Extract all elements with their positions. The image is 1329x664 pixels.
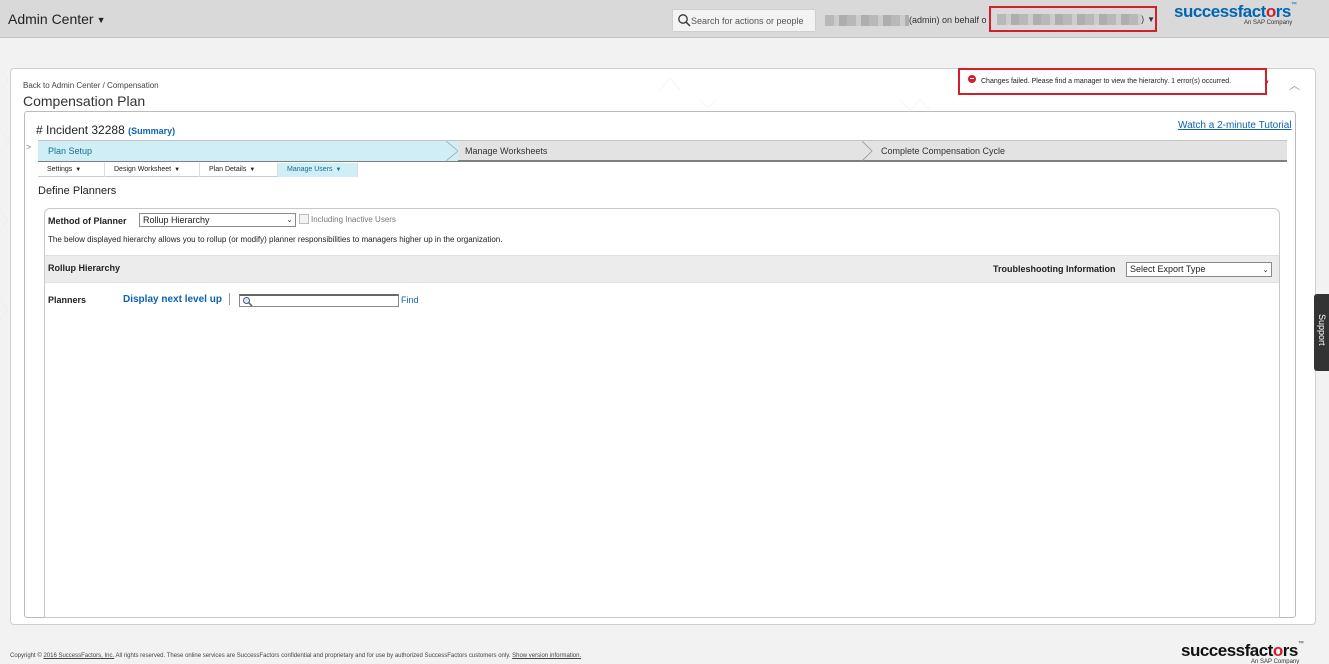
tutorial-link[interactable]: Watch a 2-minute Tutorial bbox=[1178, 120, 1292, 131]
chevron-down-icon: ⌄ bbox=[1262, 265, 1269, 274]
tab-design-worksheet[interactable]: Design Worksheet ▼ bbox=[105, 163, 200, 177]
breadcrumb-back-link[interactable]: Back to Admin Center bbox=[23, 81, 100, 90]
admin-center-menu[interactable]: Admin Center ▼ bbox=[8, 11, 106, 27]
caret-down-icon[interactable]: ▼ bbox=[1264, 80, 1270, 86]
error-icon bbox=[968, 74, 976, 83]
page-title: Compensation Plan bbox=[23, 93, 146, 109]
caret-down-icon: ▼ bbox=[249, 167, 256, 173]
error-message-text: Changes failed. Please find a manager to… bbox=[981, 78, 1232, 85]
caret-down-icon: ▼ bbox=[75, 167, 82, 173]
successfactors-logo: successfactors™ An SAP Company bbox=[1174, 2, 1297, 26]
redacted-user-name bbox=[825, 14, 909, 26]
search-icon bbox=[243, 297, 253, 307]
display-next-level-link[interactable]: Display next level up bbox=[123, 294, 222, 305]
rollup-hierarchy-title: Rollup Hierarchy bbox=[48, 263, 121, 273]
support-tab[interactable]: Support bbox=[1314, 294, 1329, 371]
tab-settings[interactable]: Settings ▼ bbox=[38, 163, 105, 177]
tab-plan-details[interactable]: Plan Details ▼ bbox=[200, 163, 278, 177]
proxy-target-close-paren: ) bbox=[1141, 14, 1145, 24]
hierarchy-description: The below displayed hierarchy allows you… bbox=[48, 235, 503, 244]
sap-company-tagline: An SAP Company bbox=[1244, 20, 1293, 26]
step-arrow-icon bbox=[862, 141, 873, 161]
company-link[interactable]: 2016 SuccessFactors, Inc. bbox=[43, 653, 114, 659]
proxy-info: (admin) on behalf o bbox=[825, 14, 987, 26]
export-type-select[interactable]: Select Export Type ⌄ bbox=[1126, 262, 1272, 277]
summary-link[interactable]: (Summary) bbox=[128, 126, 175, 136]
admin-center-label: Admin Center bbox=[8, 11, 94, 27]
chevron-right-icon: > bbox=[26, 142, 32, 152]
caret-down-icon: ▼ bbox=[174, 167, 181, 173]
caret-down-icon: ▼ bbox=[1147, 14, 1155, 24]
proxy-info-text: (admin) on behalf o bbox=[909, 15, 987, 25]
global-search[interactable] bbox=[672, 9, 816, 32]
search-icon bbox=[678, 14, 691, 27]
step-complete-compensation-cycle[interactable]: Complete Compensation Cycle bbox=[881, 141, 1281, 161]
top-bar: Admin Center▼ (admin) on behalf o ) ▼ su… bbox=[0, 0, 1329, 38]
incident-title: # Incident 32288 (Summary) bbox=[36, 123, 175, 137]
include-inactive-label: Including Inactive Users bbox=[311, 215, 396, 224]
include-inactive-checkbox[interactable] bbox=[299, 214, 309, 224]
support-label: Support bbox=[1317, 314, 1327, 346]
sub-tabs: Settings ▼ Design Worksheet ▼ Plan Details… bbox=[38, 163, 358, 177]
method-of-planner-select[interactable]: Rollup Hierarchy ⌄ bbox=[139, 213, 296, 227]
tab-manage-users[interactable]: Manage Users ▼ bbox=[278, 163, 358, 177]
caret-down-icon: ▼ bbox=[96, 15, 106, 25]
find-link[interactable]: Find bbox=[401, 295, 419, 305]
version-info-link[interactable]: Show version information. bbox=[512, 653, 581, 659]
divider bbox=[229, 293, 230, 305]
planner-search-input[interactable] bbox=[256, 296, 396, 307]
footer-copyright: Copyright © 2016 SuccessFactors, Inc. Al… bbox=[10, 653, 582, 659]
caret-down-icon: ▼ bbox=[335, 167, 342, 173]
planner-search-field[interactable] bbox=[239, 294, 399, 307]
collapse-icon[interactable]: ︿ bbox=[1289, 77, 1300, 93]
section-title: Define Planners bbox=[38, 185, 117, 197]
troubleshooting-label: Troubleshooting Information bbox=[993, 264, 1116, 274]
step-arrow-icon bbox=[446, 141, 458, 161]
footer-successfactors-logo: successfactors™ An SAP Company bbox=[1181, 641, 1304, 664]
redacted-target-user bbox=[997, 13, 1142, 25]
chevron-down-icon: ⌄ bbox=[286, 215, 293, 224]
error-message-banner: Changes failed. Please find a manager to… bbox=[958, 68, 1267, 95]
breadcrumb: Back to Admin Center / Compensation bbox=[23, 81, 159, 90]
planners-label: Planners bbox=[48, 295, 87, 305]
step-manage-worksheets[interactable]: Manage Worksheets bbox=[465, 141, 865, 161]
export-selected-value: Select Export Type bbox=[1130, 264, 1206, 274]
footer-sap-tagline: An SAP Company bbox=[1251, 659, 1300, 664]
process-steps: Plan Setup Manage Worksheets Complete Co… bbox=[38, 140, 1287, 162]
breadcrumb-current: Compensation bbox=[107, 81, 159, 90]
step-plan-setup[interactable]: Plan Setup bbox=[38, 141, 458, 161]
method-selected-value: Rollup Hierarchy bbox=[143, 215, 210, 225]
global-search-input[interactable] bbox=[691, 13, 813, 29]
method-of-planner-label: Method of Planner bbox=[48, 216, 127, 226]
incident-number: # Incident 32288 bbox=[36, 123, 125, 137]
proxy-target-menu[interactable]: ) ▼ bbox=[989, 6, 1157, 32]
